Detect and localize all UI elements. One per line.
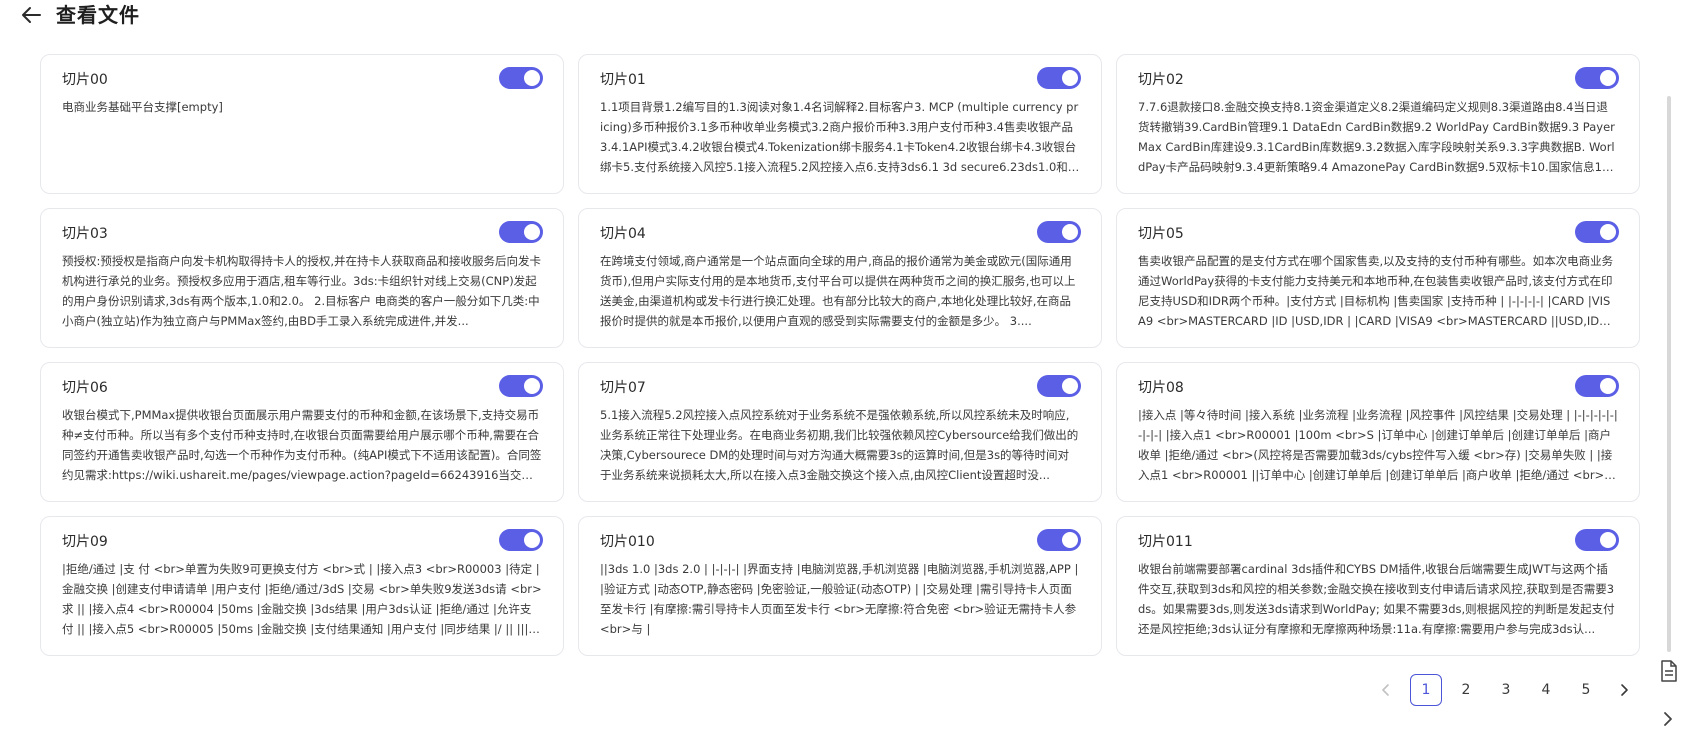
slice-title: 切片011 (1138, 534, 1193, 550)
slice-enable-toggle[interactable] (1037, 67, 1081, 89)
slice-title: 切片04 (600, 226, 646, 242)
slice-card: 切片02 7.7.6退款接口8.金融交换支持8.1资金渠道定义8.2渠道编码定义规… (1116, 54, 1640, 194)
back-arrow-icon[interactable] (18, 2, 44, 28)
slice-content: |接入点 |等々待时间 |接入系统 |业务流程 |业务流程 |风控事件 |风控结… (1138, 408, 1618, 482)
toggle-knob (1062, 532, 1078, 548)
slice-card: 切片04 在跨境支付领域,商户通常是一个站点面向全球的用户,商品的报价通常为美金或… (578, 208, 1102, 348)
slice-enable-toggle[interactable] (499, 67, 543, 89)
toggle-knob (1600, 532, 1616, 548)
slice-content: 7.7.6退款接口8.金融交换支持8.1资金渠道定义8.2渠道编码定义规则8.3… (1138, 100, 1615, 174)
slice-title: 切片06 (62, 380, 108, 396)
page-4-button[interactable]: 4 (1530, 674, 1562, 706)
slice-content: 预授权:预授权是指商户向发卡机构取得持卡人的授权,并在持卡人获取商品和接收服务后… (62, 254, 542, 328)
slice-title: 切片010 (600, 534, 655, 550)
slice-enable-toggle[interactable] (1037, 375, 1081, 397)
page-1-button[interactable]: 1 (1410, 674, 1442, 706)
slice-card: 切片011 收银台前端需要部署cardinal 3ds插件和CYBS DM插件,收… (1116, 516, 1640, 656)
slice-card: 切片010 ||3ds 1.0 |3ds 2.0 | |-|-|-| |界面支持 … (578, 516, 1102, 656)
page-3-button[interactable]: 3 (1490, 674, 1522, 706)
slice-card: 切片01 1.1项目背景1.2编写目的1.3阅读对象1.4名词解释2.目标客户3.… (578, 54, 1102, 194)
slice-title: 切片08 (1138, 380, 1184, 396)
slice-enable-toggle[interactable] (499, 375, 543, 397)
page-header: 查看文件 (0, 0, 1703, 32)
slice-card: 切片07 5.1接入流程5.2风控接入点风控系统对于业务系统不是强依赖系统,所以风… (578, 362, 1102, 502)
slice-title: 切片09 (62, 534, 108, 550)
slice-card: 切片08 |接入点 |等々待时间 |接入系统 |业务流程 |业务流程 |风控事件 … (1116, 362, 1640, 502)
slice-title: 切片02 (1138, 72, 1184, 88)
toggle-knob (1062, 378, 1078, 394)
slice-title: 切片05 (1138, 226, 1184, 242)
prev-page-icon[interactable] (1372, 674, 1400, 706)
toggle-knob (524, 378, 540, 394)
slice-enable-toggle[interactable] (1575, 529, 1619, 551)
slice-content: 在跨境支付领域,商户通常是一个站点面向全球的用户,商品的报价通常为美金或欧元(国… (600, 254, 1076, 328)
slice-content: 收银台前端需要部署cardinal 3ds插件和CYBS DM插件,收银台后端需… (1138, 562, 1615, 636)
slice-content: |拒绝/通过 |支 付 <br>单置为失败9可更换支付方 <br>式 | |接入… (62, 562, 542, 636)
slice-enable-toggle[interactable] (1575, 221, 1619, 243)
toggle-knob (1062, 70, 1078, 86)
slice-title: 切片00 (62, 72, 108, 88)
page-title: 查看文件 (56, 3, 140, 27)
page-5-button[interactable]: 5 (1570, 674, 1602, 706)
toggle-knob (1600, 70, 1616, 86)
slice-card: 切片00 电商业务基础平台支撑[empty] (40, 54, 564, 194)
toggle-knob (1600, 378, 1616, 394)
next-page-icon[interactable] (1610, 674, 1638, 706)
slice-enable-toggle[interactable] (1575, 375, 1619, 397)
toggle-knob (1062, 224, 1078, 240)
slice-enable-toggle[interactable] (1575, 67, 1619, 89)
slice-enable-toggle[interactable] (499, 221, 543, 243)
slice-content: 1.1项目背景1.2编写目的1.3阅读对象1.4名词解释2.目标客户3. MCP… (600, 100, 1079, 174)
slice-title: 切片01 (600, 72, 646, 88)
slice-title: 切片07 (600, 380, 646, 396)
slice-card: 切片03 预授权:预授权是指商户向发卡机构取得持卡人的授权,并在持卡人获取商品和接… (40, 208, 564, 348)
document-icon[interactable] (1651, 654, 1685, 688)
slice-title: 切片03 (62, 226, 108, 242)
page-2-button[interactable]: 2 (1450, 674, 1482, 706)
toggle-knob (524, 532, 540, 548)
slice-card: 切片06 收银台模式下,PMMax提供收银台页面展示用户需要支付的币种和金额,在该… (40, 362, 564, 502)
slice-content: 电商业务基础平台支撑[empty] (62, 100, 223, 114)
slice-content: 收银台模式下,PMMax提供收银台页面展示用户需要支付的币种和金额,在该场景下,… (62, 408, 542, 482)
slice-enable-toggle[interactable] (499, 529, 543, 551)
slice-content: 5.1接入流程5.2风控接入点风控系统对于业务系统不是强依赖系统,所以风控系统未… (600, 408, 1079, 482)
slice-card: 切片05 售卖收银产品配置的是支付方式在哪个国家售卖,以及支持的支付币种有哪些。如… (1116, 208, 1640, 348)
slice-enable-toggle[interactable] (1037, 529, 1081, 551)
chevron-right-icon[interactable] (1651, 702, 1685, 736)
slice-card: 切片09 |拒绝/通过 |支 付 <br>单置为失败9可更换支付方 <br>式 |… (40, 516, 564, 656)
toggle-knob (524, 70, 540, 86)
slice-content: 售卖收银产品配置的是支付方式在哪个国家售卖,以及支持的支付币种有哪些。如本次电商… (1138, 254, 1614, 328)
scrollbar[interactable] (1667, 96, 1671, 652)
toggle-knob (1600, 224, 1616, 240)
slice-content: ||3ds 1.0 |3ds 2.0 | |-|-|-| |界面支持 |电脑浏览… (600, 562, 1079, 636)
slice-enable-toggle[interactable] (1037, 221, 1081, 243)
toggle-knob (524, 224, 540, 240)
